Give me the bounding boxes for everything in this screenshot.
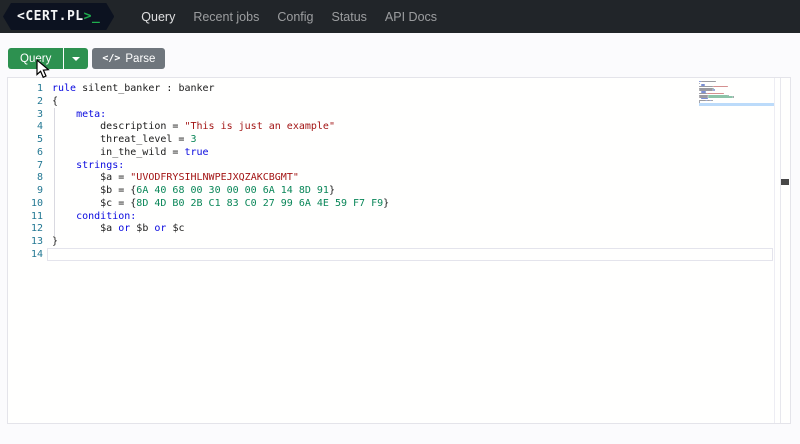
line-number[interactable]: 6 xyxy=(8,147,48,160)
line-content: $a or $b or $c xyxy=(52,223,185,235)
top-navbar: < CERT.PL > _ Query Recent jobs Config Status A… xyxy=(0,0,800,33)
query-toolbar: Query </> Parse xyxy=(8,48,166,69)
nav-link-recent-jobs[interactable]: Recent jobs xyxy=(184,10,268,24)
yara-query-editor[interactable]: 1 rule silent_banker : banker 2{3 meta: 4 d… xyxy=(7,77,791,424)
line-content: $c = {8D 4D B0 2B C1 83 C0 27 99 6A 4E 5… xyxy=(52,197,390,209)
line-number[interactable]: 8 xyxy=(8,172,48,185)
code-line-3[interactable]: 3 meta: xyxy=(8,109,790,122)
line-number[interactable]: 3 xyxy=(8,109,48,122)
code-line-12[interactable]: 12 $a or $b or $c xyxy=(8,223,790,236)
code-line-7[interactable]: 7 strings: xyxy=(8,160,790,173)
chevron-down-icon xyxy=(72,56,81,61)
line-content: strings: xyxy=(76,159,125,171)
code-line-5[interactable]: 5 threat_level = 3 xyxy=(8,134,790,147)
line-number[interactable]: 14 xyxy=(8,249,48,262)
editor-scrollbar[interactable] xyxy=(780,78,790,423)
code-line-13[interactable]: 13} xyxy=(8,236,790,249)
line-number[interactable]: 13 xyxy=(8,236,48,249)
line-content: $a = "UVODFRYSIHLNWPEJXQZAKCBGMT" xyxy=(52,172,299,184)
logo-suffix: > xyxy=(83,9,92,24)
overview-ruler-cursor-mark xyxy=(781,179,789,185)
line-content: condition: xyxy=(76,210,137,222)
line-number[interactable]: 7 xyxy=(8,160,48,173)
line-number[interactable]: 4 xyxy=(8,121,48,134)
line-content: in_the_wild = true xyxy=(52,146,209,158)
line-number[interactable]: 2 xyxy=(8,96,48,109)
line-content: meta: xyxy=(76,108,107,120)
parse-button[interactable]: </> Parse xyxy=(92,48,166,69)
parse-button-label: Parse xyxy=(125,52,156,65)
code-line-4[interactable]: 4 description = "This is just an example… xyxy=(8,121,790,134)
line-number[interactable]: 12 xyxy=(8,223,48,236)
nav-link-config[interactable]: Config xyxy=(268,10,322,24)
nav-link-query[interactable]: Query xyxy=(132,10,184,24)
line-number[interactable]: 11 xyxy=(8,211,48,224)
line-number[interactable]: 1 xyxy=(8,83,48,96)
line-content: threat_level = 3 xyxy=(52,134,197,145)
line-number[interactable]: 9 xyxy=(8,185,48,198)
minimap-current-line xyxy=(699,103,774,106)
logo-brand: CERT.PL xyxy=(25,9,84,24)
navbar-links: Query Recent jobs Config Status API Docs xyxy=(132,10,446,24)
line-content: } xyxy=(52,236,59,247)
code-line-8[interactable]: 8 $a = "UVODFRYSIHLNWPEJXQZAKCBGMT" xyxy=(8,172,790,185)
query-dropdown-toggle[interactable] xyxy=(64,48,89,69)
query-button[interactable]: Query xyxy=(8,48,64,69)
code-line-9[interactable]: 9 $b = {6A 40 68 00 30 00 00 6A 14 8D 91… xyxy=(8,185,790,198)
code-line-6[interactable]: 6 in_the_wild = true xyxy=(8,147,790,160)
line-content: { xyxy=(52,95,59,107)
line-content: rule silent_banker : banker xyxy=(52,83,215,94)
line-number[interactable]: 10 xyxy=(8,198,48,211)
nav-link-api-docs[interactable]: API Docs xyxy=(376,10,446,24)
code-line-2[interactable]: 2{ xyxy=(8,96,790,109)
code-line-11[interactable]: 11 condition: xyxy=(8,211,790,224)
nav-link-status[interactable]: Status xyxy=(322,10,375,24)
logo-prefix: < xyxy=(17,9,26,24)
code-line-10[interactable]: 10 $c = {8D 4D B0 2B C1 83 C0 27 99 6A 4… xyxy=(8,198,790,211)
line-number[interactable]: 5 xyxy=(8,134,48,147)
code-line-1[interactable]: 1 rule silent_banker : banker xyxy=(8,83,790,96)
certpl-logo[interactable]: < CERT.PL > _ xyxy=(3,3,114,30)
code-line-14[interactable]: 14 xyxy=(8,249,790,262)
line-content: $b = {6A 40 68 00 30 00 00 6A 14 8D 91} xyxy=(52,185,335,196)
editor-minimap[interactable] xyxy=(699,81,774,106)
editor-code-area[interactable]: 1 rule silent_banker : banker 2{3 meta: 4 d… xyxy=(8,83,790,262)
code-icon: </> xyxy=(102,53,121,64)
minimap-border xyxy=(774,78,775,423)
line-content: description = "This is just an example" xyxy=(52,121,335,133)
logo-cursor-glyph: _ xyxy=(91,9,101,24)
